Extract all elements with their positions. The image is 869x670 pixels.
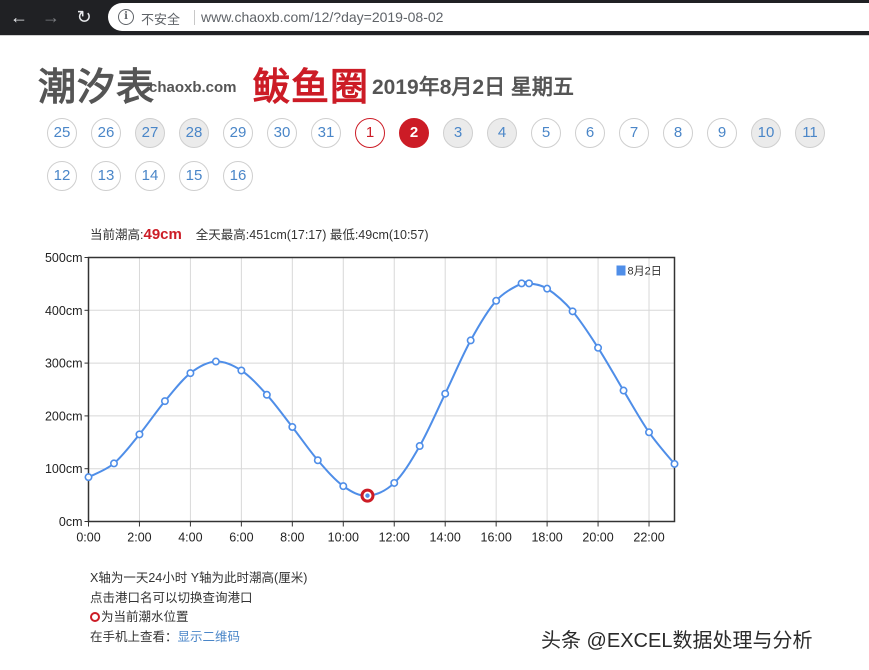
x-tick-label: 20:00 [582,531,613,545]
note-current-marker-text: 为当前潮水位置 [101,610,189,624]
data-point [492,296,501,305]
show-qr-code-link[interactable]: 显示二维码 [178,630,241,644]
reload-button[interactable]: ↻ [73,6,95,28]
data-point [390,478,399,487]
y-tick-label: 200cm [45,409,83,423]
x-tick-label: 14:00 [430,531,461,545]
day-chip[interactable]: 7 [619,118,649,148]
tide-chart: 0:00 2:00 4:00 6:00 8:00 10:00 12:00 14:00 16:00… [45,251,679,545]
watermark: 头条 @EXCEL数据处理与分析 [541,630,813,652]
day-chip[interactable]: 31 [311,118,341,148]
data-point [645,428,654,437]
day-chip[interactable]: 5 [531,118,561,148]
plot-frame [87,256,676,523]
chrome-divider [0,35,869,36]
day-chip[interactable]: 6 [575,118,605,148]
x-tick-label: 4:00 [178,531,202,545]
arrow-right-icon: → [42,7,60,27]
data-point [313,456,322,465]
note-mobile-label: 在手机上查看： [90,629,178,644]
y-tick-label: 300cm [45,357,83,371]
day-chip[interactable]: 16 [223,161,253,191]
data-point [84,473,93,482]
day-chip[interactable]: 14 [135,161,165,191]
data-point [594,343,603,352]
data-point [525,279,534,288]
info-circle-icon[interactable]: i [118,9,134,25]
back-button[interactable]: ← [8,6,30,28]
data-point [288,422,297,431]
note-current-marker: 为当前潮水位置 [90,608,307,628]
data-point [160,397,169,406]
y-tick-label: 500cm [45,251,83,265]
forward-button[interactable]: → [40,6,62,28]
data-point [186,369,195,378]
data-point [619,386,628,395]
data-point [543,284,552,293]
arrow-left-icon: ← [10,7,28,27]
day-chip[interactable]: 25 [47,118,77,148]
y-tick-label: 0cm [59,515,83,529]
note-axis: X轴为一天24小时 Y轴为此时潮高(厘米) [90,571,308,585]
browser-toolbar: ← → ↻ i 不安全 www.chaoxb.com/12/?day=2019-… [0,0,869,35]
day-chip[interactable]: 28 [179,118,209,148]
x-tick-label: 18:00 [531,531,562,545]
day-chip[interactable]: 26 [91,118,121,148]
x-tick-label: 8:00 [280,531,304,545]
data-point [339,482,348,491]
day-chip[interactable]: 29 [223,118,253,148]
day-chip[interactable]: 3 [443,118,473,148]
notes: X轴为一天24小时 Y轴为此时潮高(厘米) 点击港口名可以切换查询港口 为当前潮… [90,569,307,647]
day-chip[interactable]: 8 [663,118,693,148]
data-point [415,441,424,450]
day-chip[interactable]: 1 [355,118,385,148]
day-chip[interactable]: 12 [47,161,77,191]
red-ring-icon [90,612,100,622]
data-point [466,336,475,345]
current-tide-marker-center [365,493,370,498]
x-tick-label: 6:00 [229,531,253,545]
data-point [211,357,220,366]
day-chip[interactable]: 4 [487,118,517,148]
x-tick-label: 22:00 [633,531,664,545]
data-point [568,307,577,316]
note-switch-port: 点击港口名可以切换查询港口 [90,590,253,605]
y-tick-label: 100cm [45,462,83,476]
day-chip[interactable]: 30 [267,118,297,148]
data-point [670,459,679,468]
data-point [135,430,144,439]
url-text[interactable]: www.chaoxb.com/12/?day=2019-08-02 [201,9,443,25]
reload-icon: ↻ [76,7,92,27]
y-tick-label: 400cm [45,304,83,318]
x-tick-label: 12:00 [379,531,410,545]
omnibox-divider [194,10,195,25]
site-title[interactable]: 潮汐表 [38,56,155,111]
legend-label: 8月2日 [628,266,662,278]
x-tick-label: 2:00 [127,531,151,545]
day-chip[interactable]: 10 [751,118,781,148]
page-date: 2019年8月2日 星期五 [372,76,574,99]
security-label[interactable]: 不安全 [141,9,180,28]
day-chip[interactable]: 27 [135,118,165,148]
note-mobile: 在手机上查看：显示二维码 [90,628,307,648]
data-point [441,389,450,398]
data-point [237,366,246,375]
day-chip[interactable]: 11 [795,118,825,148]
day-chip[interactable]: 15 [179,161,209,191]
x-tick-label: 16:00 [481,531,512,545]
x-tick-label: 0:00 [76,531,100,545]
series-line [88,280,676,497]
day-chip[interactable]: 9 [707,118,737,148]
legend-swatch [616,265,626,276]
data-point [109,459,118,468]
port-name[interactable]: 鲅鱼圈 [252,56,369,111]
day-chip[interactable]: 2 [399,118,429,148]
address-bar[interactable]: i 不安全 www.chaoxb.com/12/?day=2019-08-02 [108,3,869,31]
data-point [262,390,271,399]
x-tick-label: 10:00 [328,531,359,545]
day-chip[interactable]: 13 [91,161,121,191]
site-domain[interactable]: chaoxb.com [149,79,237,96]
data-point [517,279,526,288]
